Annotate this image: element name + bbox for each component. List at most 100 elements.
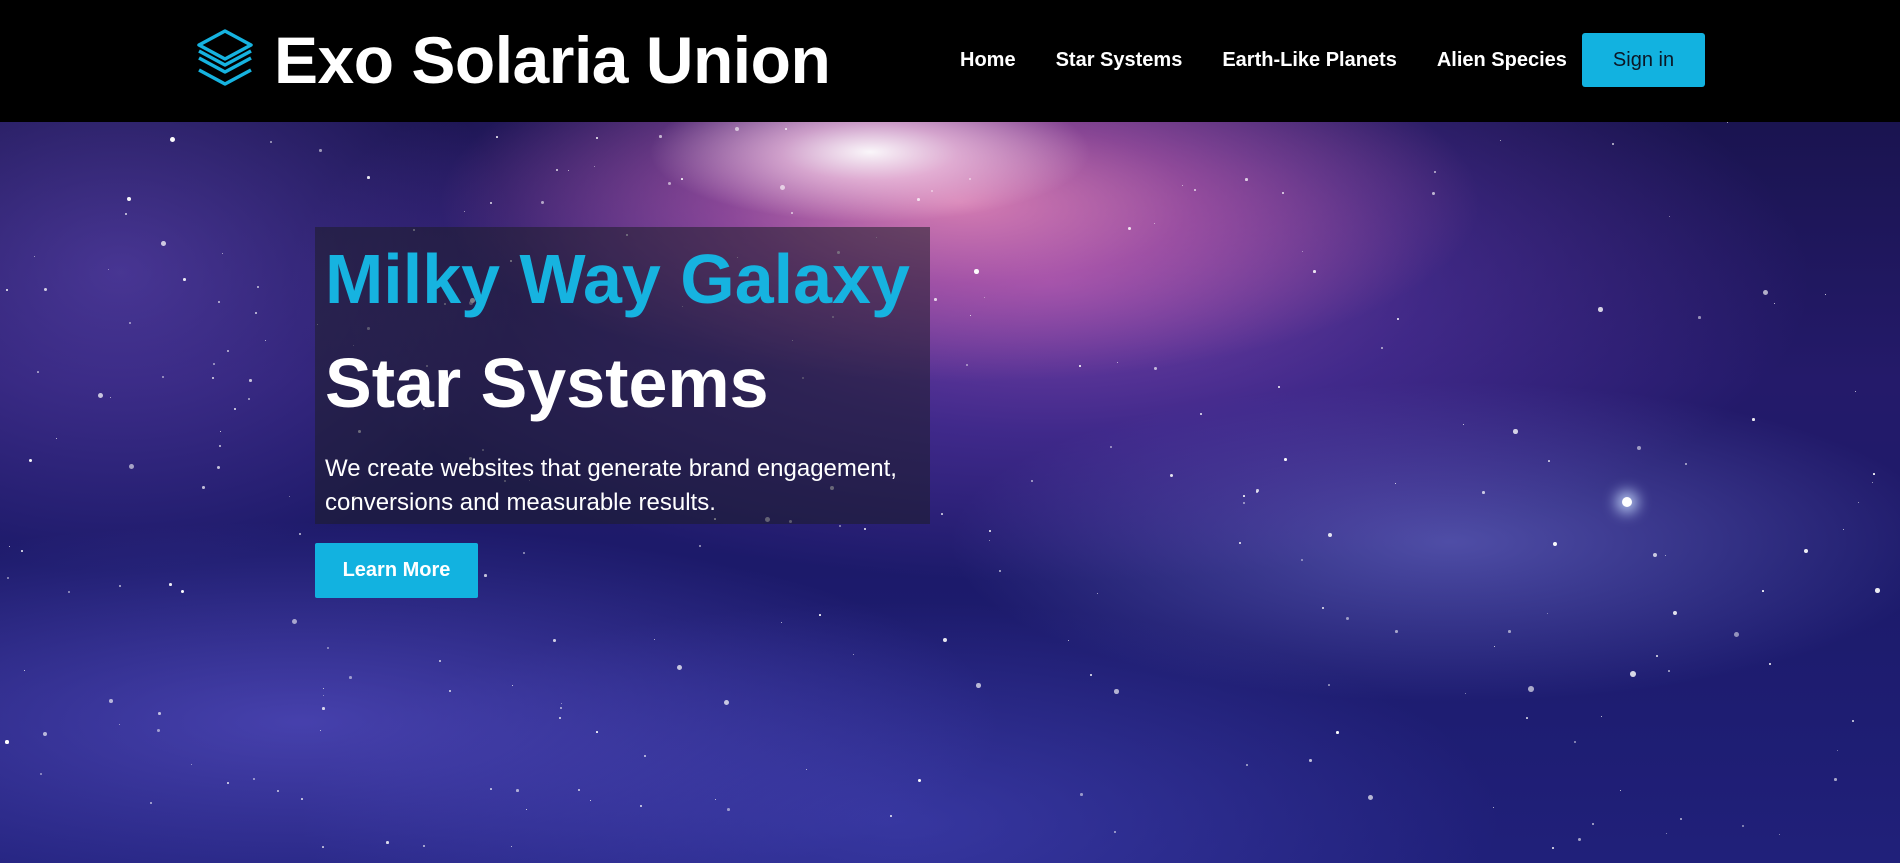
star-dot [127,197,132,202]
star-dot [1245,178,1248,181]
star-dot [1742,825,1745,828]
star-dot [68,591,71,594]
star-dot [1465,693,1467,695]
star-dot [320,730,322,732]
star-dot [1669,216,1671,218]
star-dot [970,315,972,317]
star-dot [1834,778,1837,781]
top-navbar: Exo Solaria Union Home Star Systems Eart… [0,0,1900,122]
star-dot [490,202,493,205]
star-dot [1322,607,1325,610]
star-dot [999,570,1002,573]
star-dot [715,799,717,801]
star-dot [1843,529,1845,531]
star-dot [1170,474,1173,477]
nav-star-systems[interactable]: Star Systems [1056,49,1183,72]
star-dot [98,393,104,399]
star-dot [249,379,252,382]
star-dot [110,397,112,399]
star-dot [853,654,854,655]
star-dot [253,778,255,780]
star-dot [257,286,260,289]
star-dot [1346,617,1350,621]
star-dot [9,546,11,548]
star-dot [56,438,58,440]
star-dot [218,301,221,304]
star-dot [220,431,222,433]
star-dot [1553,542,1558,547]
learn-more-button[interactable]: Learn More [315,543,478,598]
star-dot [1875,588,1880,593]
star-dot [1397,318,1400,321]
star-dot [6,289,9,292]
star-dot [989,530,991,532]
star-dot [1328,533,1332,537]
star-dot [1598,307,1603,312]
star-dot [109,699,113,703]
star-dot [943,638,948,643]
star-dot [1666,833,1668,835]
star-dot [640,805,643,808]
star-dot [1090,674,1093,677]
star-dot [668,182,672,186]
star-dot [449,690,452,693]
star-dot [1673,611,1677,615]
star-dot [1513,429,1518,434]
star-dot [1508,630,1511,633]
brand-name: Exo Solaria Union [274,23,831,97]
star-dot [1110,446,1112,448]
star-dot [1574,741,1577,744]
star-dot [1612,143,1615,146]
star-dot [170,137,176,143]
star-dot [1395,483,1397,485]
star-dot [323,695,325,697]
star-dot [222,253,224,255]
star-dot [523,552,526,555]
star-dot [785,128,787,130]
sign-in-button[interactable]: Sign in [1582,33,1705,87]
star-dot [1500,140,1502,142]
star-dot [556,169,558,171]
star-dot [1246,764,1248,766]
star-dot [1872,482,1874,484]
star-dot [1434,171,1436,173]
star-dot [319,149,322,152]
star-dot [234,408,237,411]
star-dot [1774,303,1776,305]
star-dot [181,590,184,593]
star-dot [322,707,325,710]
star-dot [966,364,968,366]
star-dot [1336,731,1339,734]
star-dot [129,322,132,325]
star-dot [989,540,991,542]
star-dot [917,198,920,201]
star-dot [227,350,230,353]
star-dot [984,297,986,299]
star-dot [1656,655,1658,657]
star-dot [1653,553,1658,558]
brand-logo[interactable]: Exo Solaria Union [196,22,831,98]
star-dot [1117,362,1119,364]
star-dot [659,135,662,138]
nav-home[interactable]: Home [960,49,1016,72]
nav-earth-like-planets[interactable]: Earth-Like Planets [1222,49,1397,72]
star-dot [1031,480,1034,483]
star-dot [596,731,598,733]
star-dot [1080,793,1083,796]
star-dot [1154,367,1157,370]
nav-alien-species[interactable]: Alien Species [1437,49,1567,72]
star-dot [781,622,783,624]
star-dot [1432,192,1435,195]
star-dot [512,685,514,687]
star-dot [1873,473,1875,475]
star-dot [941,513,943,515]
star-dot [1592,823,1595,826]
star-dot [125,213,127,215]
star-dot [735,127,740,132]
star-dot [1680,818,1683,821]
star-dot [43,732,48,737]
star-dot [516,789,519,792]
star-dot [1752,418,1755,421]
star-dot [150,802,152,804]
star-dot [191,764,193,766]
